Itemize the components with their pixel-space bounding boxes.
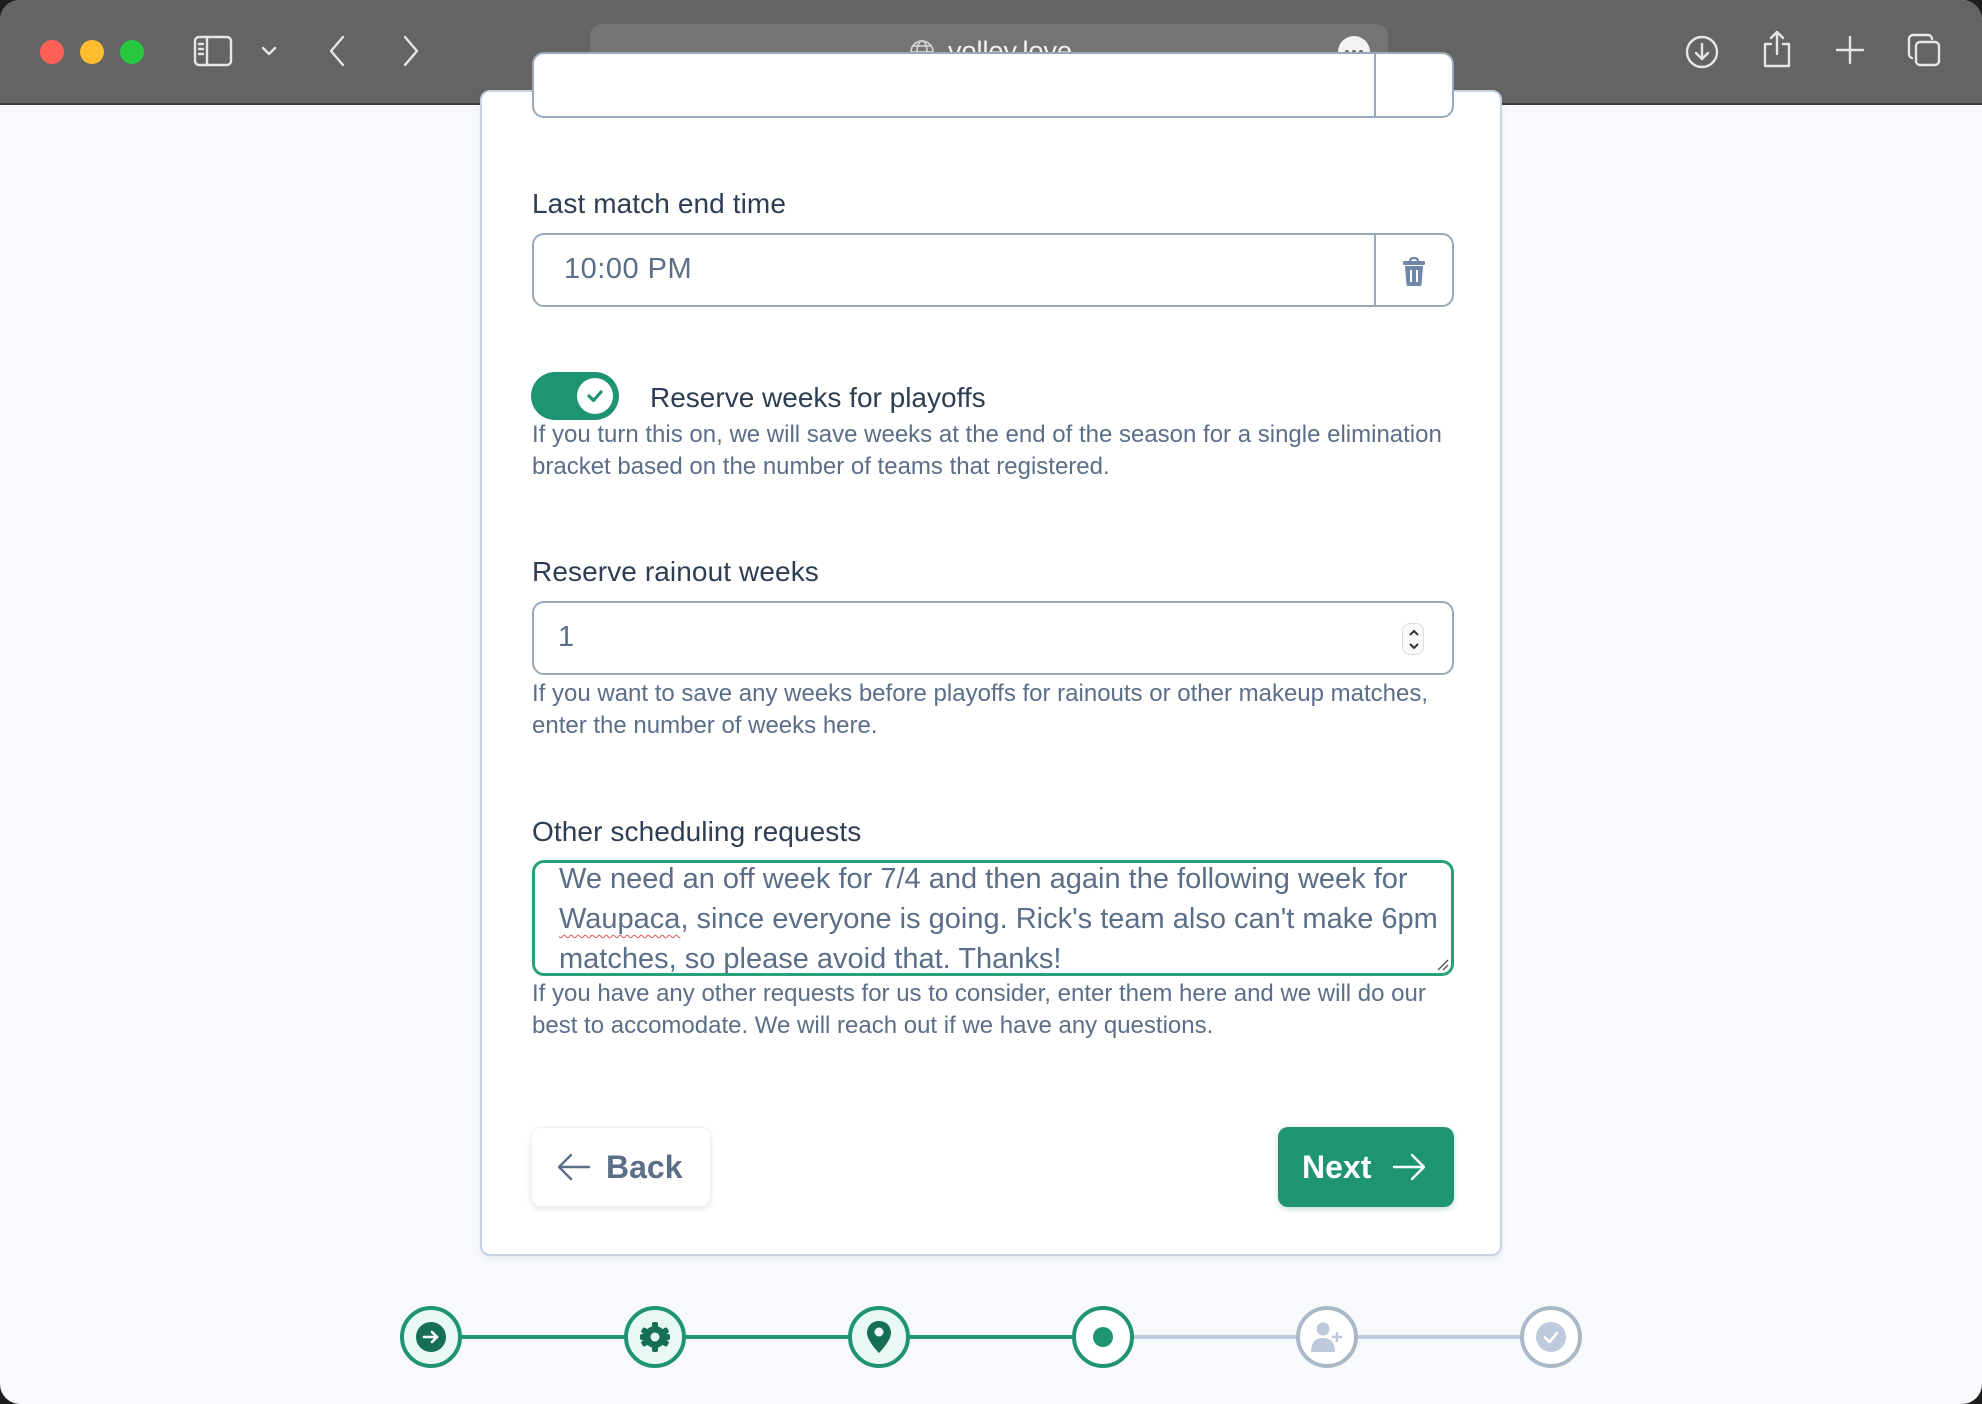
scheduling-form-card: Last match end time 10:00 PM Reserve wee… xyxy=(480,52,1502,1256)
tabs-icon[interactable] xyxy=(1906,32,1942,68)
chevron-right-icon[interactable] xyxy=(396,32,426,70)
step-6-review[interactable] xyxy=(1520,1306,1582,1368)
step-2-settings[interactable] xyxy=(624,1306,686,1368)
check-icon xyxy=(577,378,613,414)
user-plus-icon xyxy=(1311,1322,1342,1352)
reserve-playoffs-label: Reserve weeks for playoffs xyxy=(650,382,986,413)
stepper-up-icon[interactable] xyxy=(1406,627,1422,639)
browser-window: volley.love Last match end time 10:00 PM xyxy=(0,0,1982,1404)
resize-grip-icon[interactable] xyxy=(1435,957,1449,971)
step-5-teams[interactable] xyxy=(1296,1306,1358,1368)
other-requests-label: Other scheduling requests xyxy=(532,816,862,847)
step-progress xyxy=(0,1290,1982,1390)
reserve-playoffs-help: If you turn this on, we will save weeks … xyxy=(532,421,1442,480)
chevron-down-icon[interactable] xyxy=(258,40,280,62)
next-button[interactable]: Next xyxy=(1278,1127,1454,1207)
share-icon[interactable] xyxy=(1760,28,1794,70)
back-button-label: Back xyxy=(606,1148,683,1185)
minimize-window-button[interactable] xyxy=(80,40,104,64)
arrow-left-icon xyxy=(557,1153,591,1181)
check-circle-icon xyxy=(1536,1322,1566,1352)
step-4-schedule-current[interactable] xyxy=(1072,1306,1134,1368)
close-window-button[interactable] xyxy=(40,40,64,64)
reserve-playoffs-toggle[interactable] xyxy=(531,372,619,420)
other-requests-help: If you have any other requests for us to… xyxy=(532,980,1426,1039)
last-match-end-time-label: Last match end time xyxy=(532,188,787,219)
trash-icon[interactable] xyxy=(1400,256,1428,287)
first-match-start-time-input[interactable] xyxy=(532,52,1454,118)
zoom-window-button[interactable] xyxy=(120,40,144,64)
step-connector xyxy=(686,1335,848,1339)
rainout-weeks-label: Reserve rainout weeks xyxy=(532,556,819,587)
last-match-end-time-value[interactable]: 10:00 PM xyxy=(564,253,692,286)
step-connector xyxy=(1134,1335,1296,1339)
misspelled-word: Waupaca xyxy=(559,903,681,935)
chevron-left-icon[interactable] xyxy=(322,32,352,70)
download-icon[interactable] xyxy=(1684,34,1720,70)
step-connector xyxy=(1358,1335,1520,1339)
arrow-right-icon xyxy=(1393,1153,1426,1181)
step-connector xyxy=(462,1335,624,1339)
back-button[interactable]: Back xyxy=(531,1127,711,1207)
plus-icon[interactable] xyxy=(1834,34,1866,66)
dot-icon xyxy=(1093,1327,1113,1347)
input-divider xyxy=(1374,235,1376,305)
other-requests-textarea[interactable]: We need an off week for 7/4 and then aga… xyxy=(532,860,1454,976)
stepper-down-icon[interactable] xyxy=(1406,640,1422,652)
last-match-end-time-input[interactable]: 10:00 PM xyxy=(532,233,1454,307)
number-stepper[interactable] xyxy=(1402,623,1424,655)
sidebar-icon[interactable] xyxy=(192,34,234,68)
step-1-start[interactable] xyxy=(400,1306,462,1368)
gear-icon xyxy=(640,1322,670,1352)
step-3-location[interactable] xyxy=(848,1306,910,1368)
next-button-label: Next xyxy=(1302,1148,1372,1185)
rainout-weeks-help: If you want to save any weeks before pla… xyxy=(532,680,1429,739)
other-requests-value[interactable]: We need an off week for 7/4 and then aga… xyxy=(559,863,1439,973)
map-pin-icon xyxy=(867,1321,891,1353)
input-divider xyxy=(1374,54,1376,116)
rainout-weeks-input[interactable]: 1 xyxy=(532,601,1454,675)
arrow-right-circle-icon xyxy=(416,1322,446,1352)
step-connector xyxy=(910,1335,1072,1339)
rainout-weeks-value[interactable]: 1 xyxy=(558,621,574,654)
